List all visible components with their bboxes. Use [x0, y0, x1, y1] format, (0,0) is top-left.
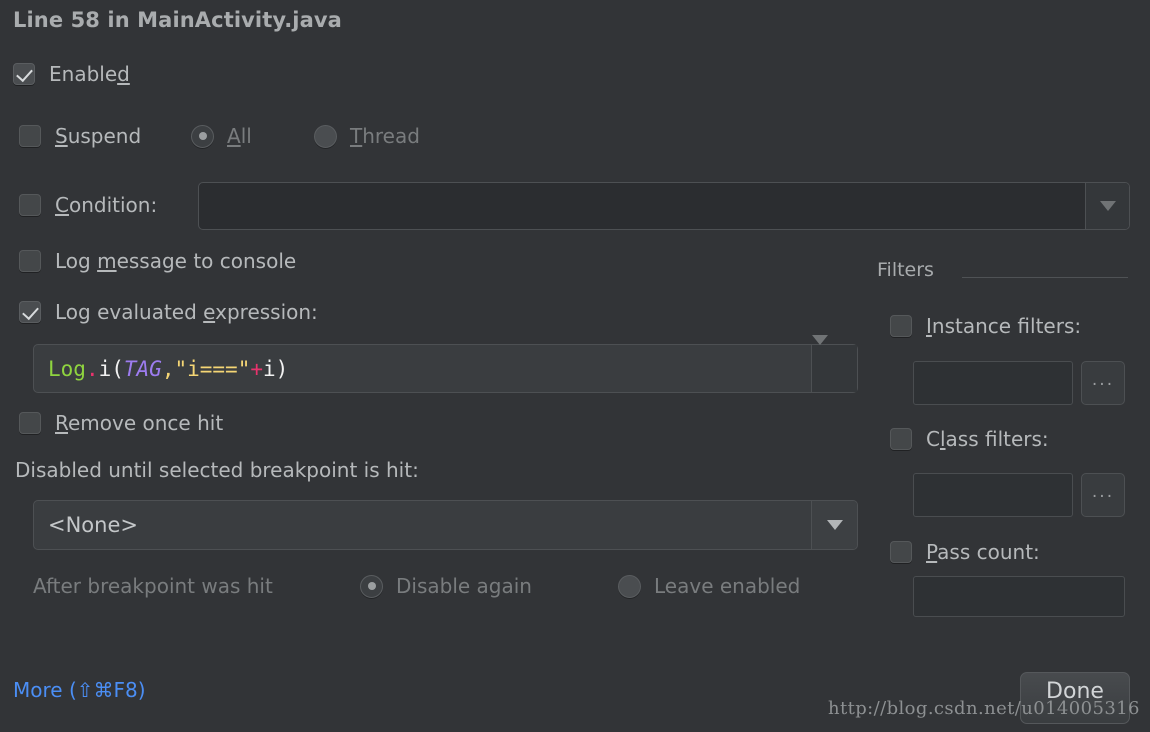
pass-count-label: Pass count: [926, 540, 1040, 564]
disabled-until-combo[interactable]: <None> [33, 500, 858, 550]
page-title: Line 58 in MainActivity.java [13, 8, 342, 32]
instance-filters-checkbox[interactable] [890, 315, 912, 337]
radio-leave-enabled-label: Leave enabled [654, 574, 801, 598]
radio-all-label: All [227, 124, 252, 148]
log-expression-label: Log evaluated expression: [55, 300, 318, 324]
condition-input[interactable] [199, 183, 1085, 229]
pass-count-input[interactable] [913, 576, 1125, 617]
code-token-string: "i===" [174, 356, 251, 381]
enabled-label: Enabled [49, 62, 130, 86]
log-expression-code[interactable]: Log. i(TAG, "i===" + i) [34, 345, 811, 392]
pass-count-row[interactable]: Pass count: [890, 540, 1040, 564]
log-expression-field[interactable]: Log. i(TAG, "i===" + i) [33, 335, 858, 393]
log-expression-row[interactable]: Log evaluated expression: [19, 300, 318, 324]
class-filters-input[interactable] [913, 473, 1073, 517]
code-token-tail: i) [263, 356, 289, 381]
enabled-row[interactable]: Enabled [13, 62, 130, 86]
class-filters-label: Class filters: [926, 427, 1049, 451]
condition-label: Condition: [55, 193, 158, 217]
suspend-row[interactable]: Suspend [19, 124, 141, 148]
instance-filters-browse-button[interactable]: ... [1081, 361, 1125, 405]
remove-once-hit-checkbox[interactable] [19, 412, 41, 434]
condition-row[interactable]: Condition: [19, 193, 157, 217]
condition-combo[interactable] [198, 182, 1130, 230]
watermark-text: http://blog.csdn.net/u014005316 [828, 698, 1140, 719]
radio-thread[interactable] [314, 124, 337, 148]
remove-once-hit-row[interactable]: Remove once hit [19, 411, 223, 435]
suspend-policy-all[interactable]: All [191, 124, 252, 148]
radio-leave-enabled[interactable] [618, 574, 641, 598]
class-filters-checkbox[interactable] [890, 428, 912, 450]
pass-count-checkbox[interactable] [890, 541, 912, 563]
filters-group-title: Filters [877, 259, 934, 281]
disabled-until-value[interactable]: <None> [34, 501, 811, 549]
after-hit-disable-again[interactable]: Disable again [360, 574, 532, 598]
suspend-checkbox[interactable] [19, 125, 41, 147]
code-token-class: Log [48, 356, 86, 381]
condition-dropdown-button[interactable] [1085, 183, 1129, 229]
chevron-down-icon [812, 335, 828, 364]
code-token-operator: + [250, 356, 263, 381]
log-message-label: Log message to console [55, 249, 297, 273]
after-hit-leave-enabled[interactable]: Leave enabled [618, 574, 800, 598]
log-message-row[interactable]: Log message to console [19, 249, 296, 273]
class-filters-row[interactable]: Class filters: [890, 427, 1049, 451]
chevron-down-icon [1099, 201, 1116, 211]
remove-once-hit-label: Remove once hit [55, 411, 224, 435]
enabled-checkbox[interactable] [13, 63, 35, 85]
radio-all[interactable] [191, 124, 214, 148]
code-token-dot: . [85, 356, 99, 381]
instance-filters-input[interactable] [913, 361, 1073, 405]
more-link[interactable]: More (⇧⌘F8) [13, 678, 146, 702]
radio-thread-label: Thread [350, 124, 420, 148]
condition-checkbox[interactable] [19, 194, 41, 216]
instance-filters-row[interactable]: Instance filters: [890, 314, 1081, 338]
disabled-until-label: Disabled until selected breakpoint is hi… [15, 458, 419, 482]
filters-group-separator [962, 277, 1128, 278]
code-token-comma: , [161, 356, 175, 381]
after-breakpoint-hit-label: After breakpoint was hit [33, 574, 273, 598]
code-token-variable: TAG [123, 356, 162, 381]
log-message-checkbox[interactable] [19, 250, 41, 272]
code-token-method: i( [98, 356, 124, 381]
chevron-down-icon [826, 520, 843, 530]
disabled-until-dropdown-button[interactable] [811, 501, 857, 549]
breakpoint-properties-dialog: Line 58 in MainActivity.java Enabled Sus… [0, 0, 1150, 732]
suspend-label: Suspend [55, 124, 142, 148]
instance-filters-label: Instance filters: [926, 314, 1082, 338]
log-expression-dropdown-button[interactable] [811, 335, 857, 392]
radio-disable-again-label: Disable again [396, 574, 532, 598]
suspend-policy-thread[interactable]: Thread [314, 124, 420, 148]
log-expression-checkbox[interactable] [19, 301, 41, 323]
class-filters-browse-button[interactable]: ... [1081, 473, 1125, 517]
radio-disable-again[interactable] [360, 574, 383, 598]
